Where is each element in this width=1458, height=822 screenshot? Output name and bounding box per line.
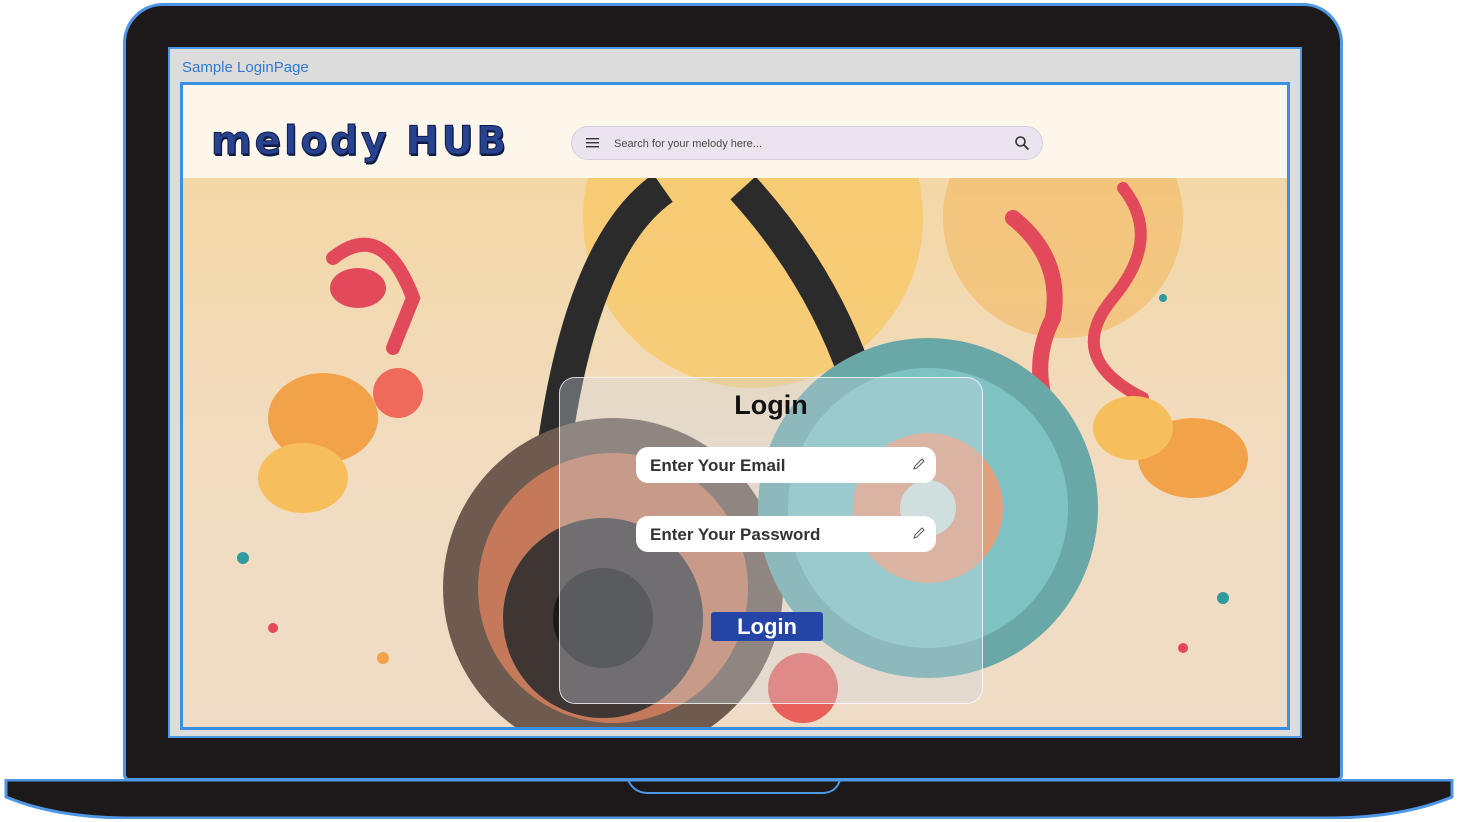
pencil-icon: [913, 458, 925, 470]
email-field-wrapper[interactable]: [636, 447, 936, 483]
music-background-art: Login Login: [183, 178, 1287, 727]
email-field[interactable]: [648, 454, 902, 478]
search-icon[interactable]: [1014, 135, 1030, 151]
site-header: melody HUB: [183, 85, 1287, 178]
login-title: Login: [734, 390, 808, 420]
window-title: Sample LoginPage: [182, 59, 309, 76]
laptop-base: [4, 779, 1454, 819]
login-card: Login Login: [559, 377, 983, 704]
browser-window: Sample LoginPage melody HUB Search for y…: [168, 47, 1302, 738]
login-button[interactable]: Login: [711, 612, 823, 641]
menu-icon[interactable]: [586, 137, 600, 149]
password-field-wrapper[interactable]: [636, 516, 936, 552]
search-bar[interactable]: [571, 126, 1043, 160]
password-field[interactable]: [648, 523, 902, 547]
search-input[interactable]: [612, 133, 996, 155]
site-logo[interactable]: melody HUB: [210, 119, 509, 165]
pencil-icon: [913, 527, 925, 539]
page-viewport: melody HUB Search for your melody here..…: [180, 82, 1290, 730]
